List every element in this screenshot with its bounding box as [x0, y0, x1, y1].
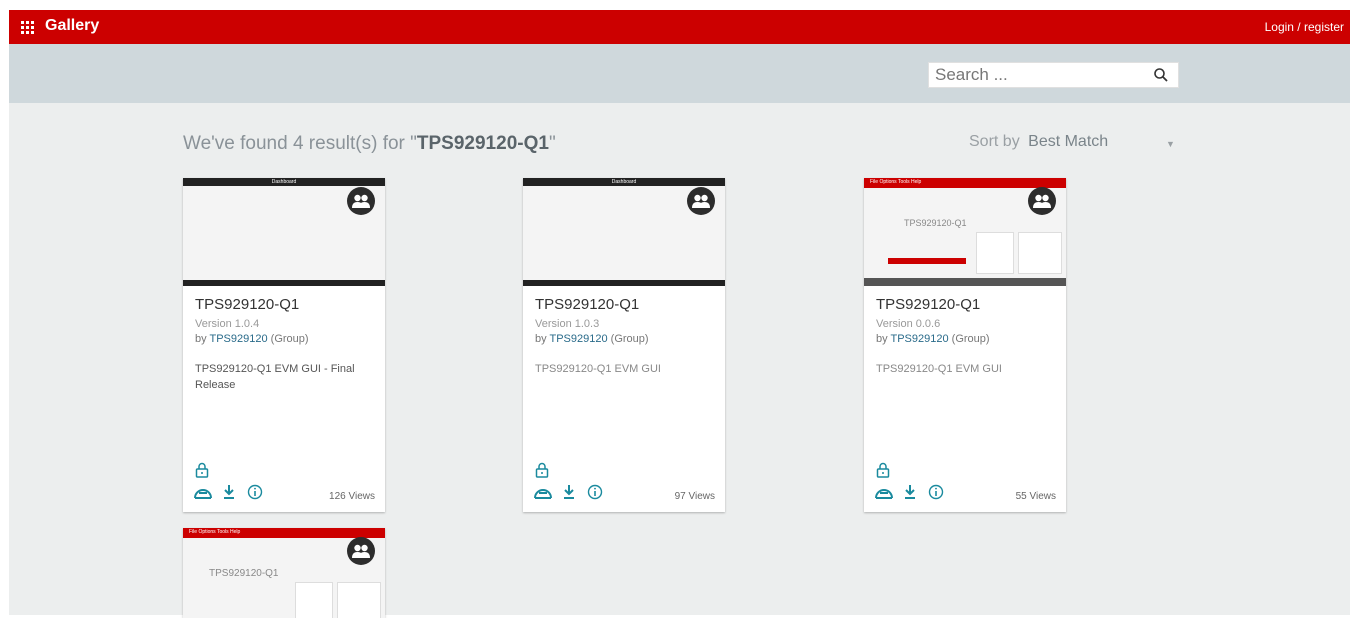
card-views: 97 Views — [674, 491, 715, 502]
card-title[interactable]: TPS929120-Q1 — [535, 296, 639, 313]
thumbnail-title: Dashboard — [523, 178, 725, 186]
thumbnail-red-button — [888, 258, 966, 264]
thumbnail-menu: File Options Tools Help — [183, 528, 385, 538]
thumbnail-footer — [864, 278, 1066, 286]
owner-prefix: by — [876, 333, 888, 345]
results-query: TPS929120-Q1 — [416, 133, 549, 154]
group-icon — [687, 187, 715, 215]
thumbnail-panel — [1018, 232, 1062, 274]
gallery-card[interactable]: File Options Tools Help TPS929120-Q1 — [183, 528, 385, 618]
apps-grid-icon[interactable] — [21, 21, 34, 34]
card-version: Version 1.0.3 — [535, 318, 600, 330]
owner-suffix: (Group) — [270, 333, 309, 345]
owner-link[interactable]: TPS929120 — [209, 333, 267, 345]
thumbnail-panel — [337, 582, 381, 618]
card-thumbnail: Dashboard — [183, 178, 385, 286]
search-input[interactable] — [935, 65, 1135, 85]
search-box — [928, 62, 1179, 88]
gallery-card[interactable]: File Options Tools Help TPS929120-Q1 TPS… — [864, 178, 1066, 512]
group-icon — [1028, 187, 1056, 215]
results-summary: We've found 4 result(s) for "TPS929120-Q… — [183, 133, 556, 155]
card-title[interactable]: TPS929120-Q1 — [876, 296, 980, 313]
thumbnail-footer — [523, 280, 725, 286]
thumbnail-panel — [976, 232, 1014, 274]
app-title[interactable]: Gallery — [45, 17, 99, 35]
card-views: 55 Views — [1015, 491, 1056, 502]
card-description: TPS929120-Q1 EVM GUI — [876, 363, 1002, 375]
group-icon — [347, 187, 375, 215]
card-description: TPS929120-Q1 EVM GUI — [535, 363, 661, 375]
card-thumbnail: Dashboard — [523, 178, 725, 286]
card-views: 126 Views — [329, 491, 375, 502]
search-band — [9, 44, 1350, 103]
results-prefix: We've found 4 result(s) for " — [183, 133, 417, 154]
caret-down-icon[interactable]: ▼ — [1166, 139, 1175, 149]
sort-dropdown[interactable]: Sort by Best Match — [969, 133, 1108, 151]
card-version: Version 0.0.6 — [876, 318, 941, 330]
download-icon[interactable] — [562, 484, 576, 500]
info-icon[interactable] — [928, 484, 944, 500]
launch-icon[interactable] — [533, 484, 553, 502]
card-thumbnail: File Options Tools Help TPS929120-Q1 — [864, 178, 1066, 286]
download-icon[interactable] — [903, 484, 917, 500]
lock-icon — [876, 462, 890, 478]
gallery-card[interactable]: Dashboard TPS929120-Q1 Version 1.0.3 by … — [523, 178, 725, 512]
card-title[interactable]: TPS929120-Q1 — [195, 296, 299, 313]
group-icon — [347, 537, 375, 565]
lock-icon — [535, 462, 549, 478]
card-thumbnail: File Options Tools Help TPS929120-Q1 — [183, 528, 385, 618]
owner-link[interactable]: TPS929120 — [890, 333, 948, 345]
card-owner: by TPS929120 (Group) — [535, 333, 649, 345]
card-description: TPS929120-Q1 EVM GUI - Final Release — [195, 363, 355, 391]
search-icon[interactable] — [1153, 67, 1169, 83]
lock-icon — [195, 462, 209, 478]
card-owner: by TPS929120 (Group) — [876, 333, 990, 345]
launch-icon[interactable] — [193, 484, 213, 502]
card-version: Version 1.0.4 — [195, 318, 260, 330]
login-register-link[interactable]: Login / register — [1265, 20, 1344, 34]
thumbnail-menu: File Options Tools Help — [864, 178, 1066, 188]
top-navigation-bar: Gallery Login / register — [9, 10, 1350, 44]
owner-suffix: (Group) — [951, 333, 990, 345]
sort-label: Sort by — [969, 133, 1020, 150]
owner-link[interactable]: TPS929120 — [549, 333, 607, 345]
owner-prefix: by — [195, 333, 207, 345]
thumbnail-title: Dashboard — [183, 178, 385, 186]
launch-icon[interactable] — [874, 484, 894, 502]
owner-prefix: by — [535, 333, 547, 345]
info-icon[interactable] — [247, 484, 263, 500]
thumbnail-panel — [295, 582, 333, 618]
results-suffix: " — [548, 133, 556, 154]
thumbnail-heading: TPS929120-Q1 — [904, 218, 967, 228]
gallery-card[interactable]: Dashboard TPS929120-Q1 Version 1.0.4 by … — [183, 178, 385, 512]
results-area: We've found 4 result(s) for "TPS929120-Q… — [9, 103, 1350, 618]
thumbnail-footer — [183, 280, 385, 286]
info-icon[interactable] — [587, 484, 603, 500]
card-owner: by TPS929120 (Group) — [195, 333, 309, 345]
sort-value: Best Match — [1028, 133, 1109, 150]
download-icon[interactable] — [222, 484, 236, 500]
owner-suffix: (Group) — [610, 333, 649, 345]
thumbnail-heading: TPS929120-Q1 — [209, 568, 279, 579]
